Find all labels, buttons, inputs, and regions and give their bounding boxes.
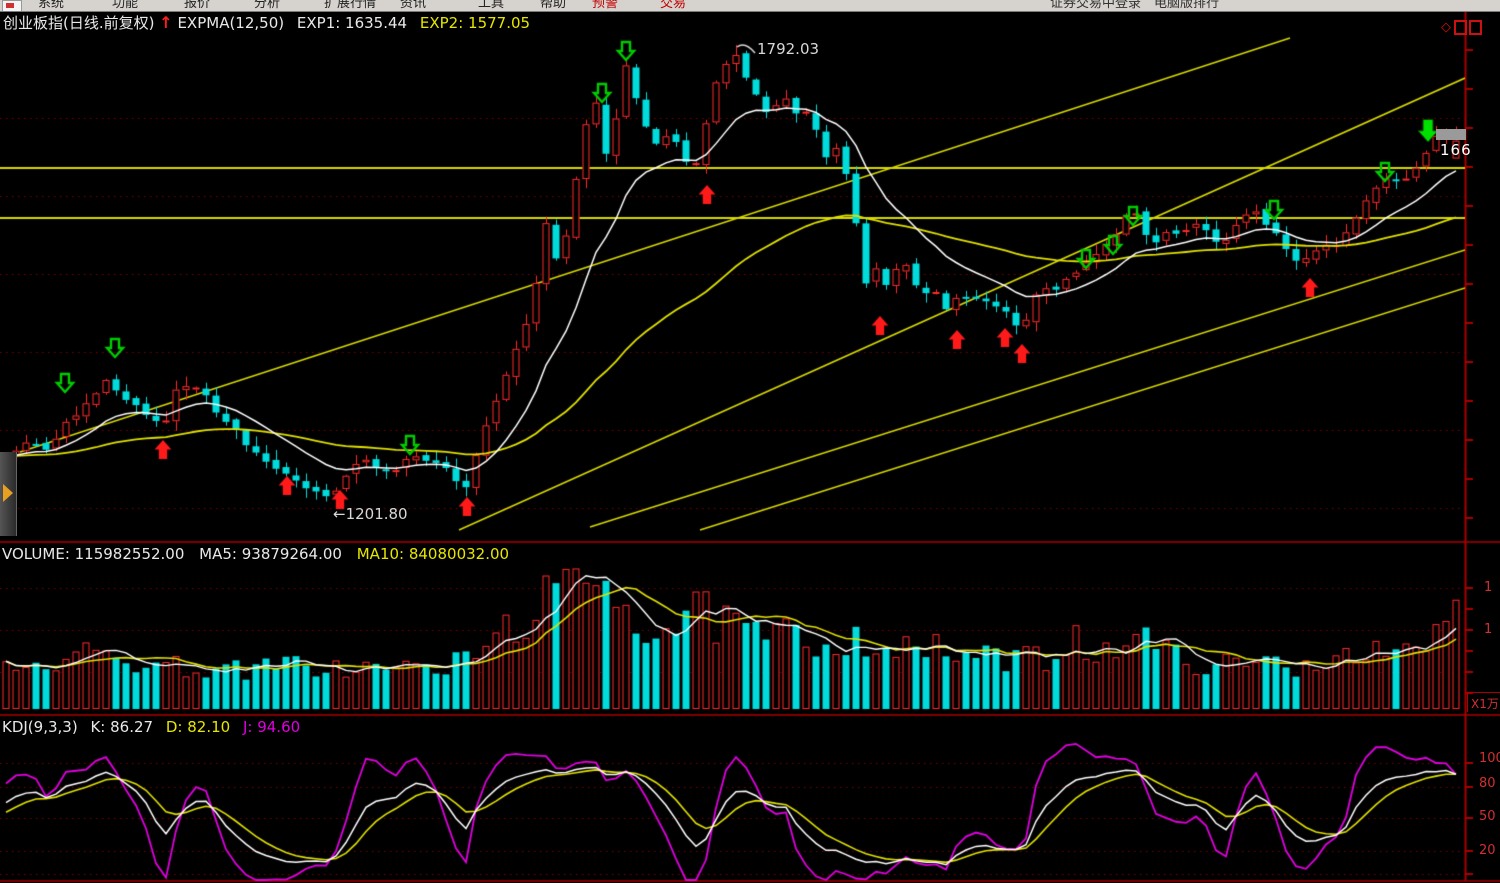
low-price-annotation: ←1201.80 [333, 505, 408, 523]
window-icon-2[interactable] [1469, 20, 1482, 35]
kdj-d-readout: D: 82.10 [166, 718, 230, 736]
high-price-annotation: 1792.03 [757, 40, 819, 58]
menu-item-quotes[interactable]: 报价 [184, 0, 210, 11]
signal-up-arrow-icon: ↑ [159, 13, 172, 32]
menu-item-extended[interactable]: 扩展行情 [324, 0, 376, 11]
menu-item-news[interactable]: 资讯 [400, 0, 426, 11]
menu-bar: 系统 功能 报价 分析 扩展行情 资讯 工具 帮助 预警 交易 证券交易中登录 … [0, 0, 1500, 12]
menu-item-tools[interactable]: 工具 [478, 0, 504, 11]
volume-axis-label-2: 1 [1484, 622, 1492, 637]
kdj-header: KDJ(9,3,3) K: 86.27 D: 82.10 J: 94.60 [2, 718, 300, 736]
symbol-title: 创业板指(日线.前复权) [3, 14, 154, 32]
kdj-j-readout: J: 94.60 [243, 718, 300, 736]
main-chart-header: 创业板指(日线.前复权) ↑ EXPMA(12,50) EXP1: 1635.4… [3, 12, 530, 33]
kdj-axis-label-80: 80 [1479, 776, 1496, 791]
kdj-k-readout: K: 86.27 [90, 718, 153, 736]
menu-item-system[interactable]: 系统 [38, 0, 64, 11]
side-panel-handle[interactable] [0, 452, 17, 536]
volume-ma5-readout: MA5: 93879264.00 [199, 545, 342, 563]
menu-item-alert[interactable]: 预警 [592, 0, 618, 11]
exp1-readout: EXP1: 1635.44 [297, 14, 407, 32]
volume-ma10-readout: MA10: 84080032.00 [357, 545, 509, 563]
volume-readout: VOLUME: 115982552.00 [2, 545, 184, 563]
kdj-axis-label-100: 100 [1479, 751, 1500, 766]
volume-header: VOLUME: 115982552.00 MA5: 93879264.00 MA… [2, 545, 509, 563]
menu-item-analysis[interactable]: 分析 [254, 0, 280, 11]
trading-app-window: 系统 功能 报价 分析 扩展行情 资讯 工具 帮助 预警 交易 证券交易中登录 … [0, 0, 1500, 883]
exp2-readout: EXP2: 1577.05 [420, 14, 530, 32]
kdj-axis-label-20: 20 [1479, 843, 1496, 858]
app-icon[interactable] [2, 0, 22, 12]
diamond-icon[interactable]: ◇ [1441, 20, 1452, 35]
chart-canvas[interactable] [0, 0, 1500, 883]
volume-axis-label-1: 1 [1484, 580, 1492, 595]
last-price-label: 166 [1440, 141, 1472, 159]
menu-right-text[interactable]: 证券交易中登录 电脑版排行 [1050, 0, 1219, 11]
window-icon[interactable] [1454, 20, 1467, 35]
last-price-marker [1436, 129, 1466, 140]
kdj-axis-label-50: 50 [1479, 809, 1496, 824]
indicator-name: EXPMA(12,50) [177, 14, 284, 32]
expand-arrow-icon [3, 484, 13, 502]
volume-multiplier-label: X1万 [1467, 692, 1500, 712]
kdj-name: KDJ(9,3,3) [2, 718, 78, 736]
corner-icons: ◇ [1441, 20, 1482, 35]
menu-item-function[interactable]: 功能 [112, 0, 138, 11]
menu-item-trade[interactable]: 交易 [660, 0, 686, 11]
menu-item-help[interactable]: 帮助 [540, 0, 566, 11]
